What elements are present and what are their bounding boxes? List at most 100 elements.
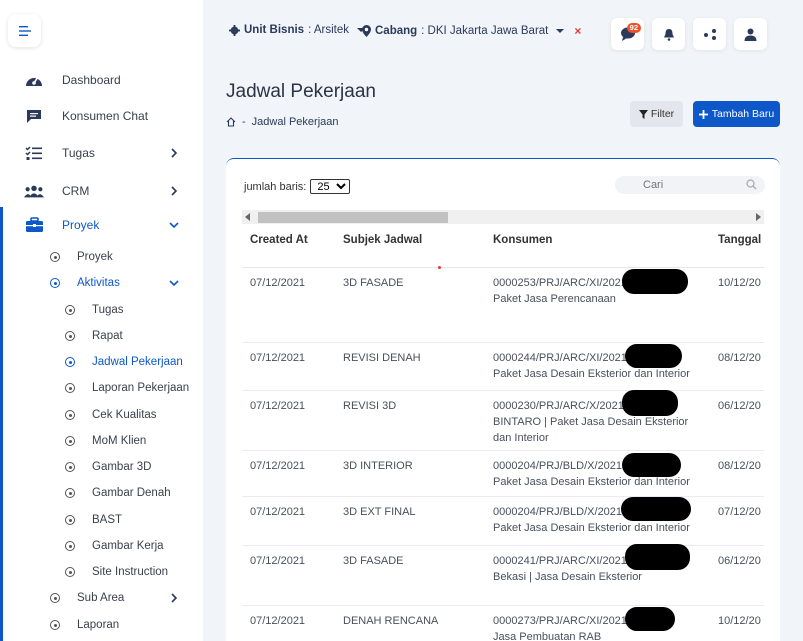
sidebar-sub-mom-klien[interactable]: MoM Klien bbox=[0, 431, 203, 451]
bullet-icon bbox=[65, 462, 75, 472]
sidebar-item-dashboard[interactable]: Dashboard bbox=[0, 68, 203, 92]
caret-down-icon bbox=[556, 29, 565, 33]
sidebar-sub-label: Proyek bbox=[77, 251, 113, 263]
table-row[interactable]: 07/12/2021 3D EXT FINAL 0000204/PRJ/BLD/… bbox=[242, 497, 764, 546]
sidebar-sub-site-instruction[interactable]: Site Instruction bbox=[0, 562, 203, 582]
redaction-block bbox=[622, 269, 688, 294]
sidebar-sub-label: Sub Area bbox=[77, 592, 125, 604]
redaction-block bbox=[625, 607, 675, 631]
table-row[interactable]: 07/12/2021 REVISI 3D 0000230/PRJ/ARC/X/2… bbox=[242, 390, 764, 451]
table-row[interactable]: 07/12/2021 3D FASADE 0000241/PRJ/ARC/XI/… bbox=[242, 544, 764, 606]
sidebar-item-proyek[interactable]: Proyek bbox=[0, 213, 203, 237]
sidebar-sub-gambar-kerja[interactable]: Gambar Kerja bbox=[0, 536, 203, 556]
sidebar-sub-label: Cek Kualitas bbox=[92, 409, 157, 421]
konsumen-detail: BINTARO | Paket Jasa Desain Eksterior da… bbox=[493, 416, 689, 444]
menu-toggle-button[interactable] bbox=[8, 14, 41, 47]
sidebar-sub-proyek[interactable]: Proyek bbox=[0, 247, 203, 267]
sidebar: Dashboard Konsumen Chat Tugas CRM Proyek… bbox=[0, 0, 203, 641]
cell-tanggal: 10/12/20 bbox=[718, 277, 761, 289]
sidebar-item-label: Dashboard bbox=[62, 73, 121, 87]
chevron-down-icon bbox=[169, 222, 179, 229]
cell-subject: 3D FASADE bbox=[343, 555, 404, 567]
cell-tanggal: 08/12/20 bbox=[718, 352, 761, 364]
cell-subject: DENAH RENCANA bbox=[343, 615, 439, 627]
column-header-subjek-jadwal[interactable]: Subjek Jadwal bbox=[343, 234, 422, 246]
scrollbar-thumb[interactable] bbox=[258, 212, 448, 223]
cell-tanggal: 06/12/20 bbox=[718, 555, 761, 567]
sidebar-sub-label: Site Instruction bbox=[92, 566, 169, 578]
sidebar-sub-cek-kualitas[interactable]: Cek Kualitas bbox=[0, 405, 203, 425]
cell-subject: 3D FASADE bbox=[343, 277, 404, 289]
schedule-table: Created At Subjek Jadwal Konsumen Tangga… bbox=[242, 224, 764, 641]
sidebar-sub-jadwal-pekerjaan[interactable]: Jadwal Pekerjaan bbox=[0, 352, 203, 372]
sidebar-item-label: Tugas bbox=[62, 146, 95, 160]
home-icon[interactable] bbox=[226, 117, 236, 127]
cell-created-at: 07/12/2021 bbox=[250, 400, 306, 412]
sidebar-sub-aktivitas[interactable]: Aktivitas bbox=[0, 273, 203, 293]
table-row[interactable]: 07/12/2021 REVISI DENAH 0000244/PRJ/ARC/… bbox=[242, 343, 764, 391]
sidebar-sub-tugas[interactable]: Tugas bbox=[0, 300, 203, 320]
konsumen-code: 0000230/PRJ/ARC/X/2021 bbox=[493, 400, 624, 412]
search-input[interactable] bbox=[615, 179, 725, 191]
breadcrumb-current[interactable]: Jadwal Pekerjaan bbox=[252, 116, 339, 128]
sidebar-sub-bast[interactable]: BAST bbox=[0, 510, 203, 530]
apps-button[interactable] bbox=[693, 18, 726, 50]
column-header-konsumen[interactable]: Konsumen bbox=[493, 234, 552, 246]
sidebar-item-label: Proyek bbox=[62, 218, 100, 232]
dots-icon bbox=[703, 29, 716, 40]
cell-konsumen: 0000273/PRJ/ARC/XI/2021 Jasa Pembuatan RA… bbox=[493, 613, 708, 641]
search-box[interactable] bbox=[615, 176, 765, 194]
filter-button[interactable]: Filter bbox=[630, 101, 683, 127]
table-row[interactable]: 07/12/2021 3D FASADE 0000253/PRJ/ARC/XI/… bbox=[242, 268, 764, 343]
notifications-button[interactable] bbox=[652, 18, 685, 50]
sidebar-sub-label: Gambar 3D bbox=[92, 461, 152, 473]
page-title: Jadwal Pekerjaan bbox=[226, 81, 376, 102]
konsumen-detail: Paket Jasa Perencanaan bbox=[493, 293, 616, 305]
scroll-left-icon[interactable] bbox=[245, 213, 250, 221]
rows-per-page-select[interactable]: 25 bbox=[310, 179, 351, 194]
horizontal-scrollbar[interactable] bbox=[242, 210, 764, 224]
sidebar-sub-laporan[interactable]: Laporan bbox=[0, 615, 203, 635]
notification-count-badge: 92 bbox=[626, 23, 641, 33]
sidebar-sub-gambar-3d[interactable]: Gambar 3D bbox=[0, 457, 203, 477]
unit-bisnis-value: : Arsitek bbox=[308, 24, 349, 36]
sidebar-sub-gambar-denah[interactable]: Gambar Denah bbox=[0, 483, 203, 503]
user-icon bbox=[744, 28, 757, 41]
scroll-right-icon[interactable] bbox=[756, 213, 761, 221]
chat-icon bbox=[24, 108, 44, 124]
column-header-created-at[interactable]: Created At bbox=[250, 234, 308, 246]
konsumen-code: 0000273/PRJ/ARC/XI/2021 bbox=[493, 615, 627, 627]
redaction-block bbox=[622, 390, 678, 416]
sidebar-item-konsumen-chat[interactable]: Konsumen Chat bbox=[0, 104, 203, 128]
konsumen-code: 0000244/PRJ/ARC/XI/2021 bbox=[493, 352, 627, 364]
add-new-button[interactable]: Tambah Baru bbox=[693, 101, 780, 127]
cabang-label: Cabang bbox=[375, 25, 418, 37]
cabang-value: : DKI Jakarta Jawa Barat bbox=[421, 25, 549, 37]
sidebar-sub-label: Tugas bbox=[92, 304, 124, 316]
bell-icon bbox=[663, 28, 674, 41]
sidebar-sub-rapat[interactable]: Rapat bbox=[0, 326, 203, 346]
cabang-dropdown[interactable]: Cabang : DKI Jakarta Jawa Barat × bbox=[362, 24, 581, 38]
sidebar-item-label: CRM bbox=[62, 184, 90, 198]
konsumen-detail: Jasa Pembuatan RAB bbox=[493, 631, 602, 641]
gear-icon bbox=[229, 24, 240, 36]
bullet-icon bbox=[65, 567, 75, 577]
bullet-icon bbox=[50, 252, 60, 262]
clear-filter-icon[interactable]: × bbox=[574, 24, 581, 38]
table-row[interactable]: 07/12/2021 3D INTERIOR 0000204/PRJ/BLD/X… bbox=[242, 451, 764, 497]
sidebar-sub-sub-area[interactable]: Sub Area bbox=[0, 588, 203, 608]
cell-subject: 3D EXT FINAL bbox=[343, 506, 416, 518]
table-row[interactable]: 07/12/2021 DENAH RENCANA 0000273/PRJ/ARC… bbox=[242, 606, 764, 641]
user-profile-button[interactable] bbox=[734, 18, 767, 50]
unit-bisnis-dropdown[interactable]: Unit Bisnis : Arsitek bbox=[229, 24, 365, 36]
chat-notification-button[interactable]: 92 bbox=[611, 18, 644, 50]
sidebar-item-crm[interactable]: CRM bbox=[0, 179, 203, 203]
briefcase-icon bbox=[24, 217, 44, 233]
sidebar-sub-laporan-pekerjaan[interactable]: Laporan Pekerjaan bbox=[0, 378, 203, 398]
sidebar-item-tugas[interactable]: Tugas bbox=[0, 141, 203, 165]
cell-created-at: 07/12/2021 bbox=[250, 352, 306, 364]
cell-created-at: 07/12/2021 bbox=[250, 277, 306, 289]
column-header-tanggal[interactable]: Tanggal M bbox=[718, 234, 764, 246]
rows-per-page-label: jumlah baris: bbox=[244, 180, 307, 193]
sidebar-item-label: Konsumen Chat bbox=[62, 109, 149, 123]
